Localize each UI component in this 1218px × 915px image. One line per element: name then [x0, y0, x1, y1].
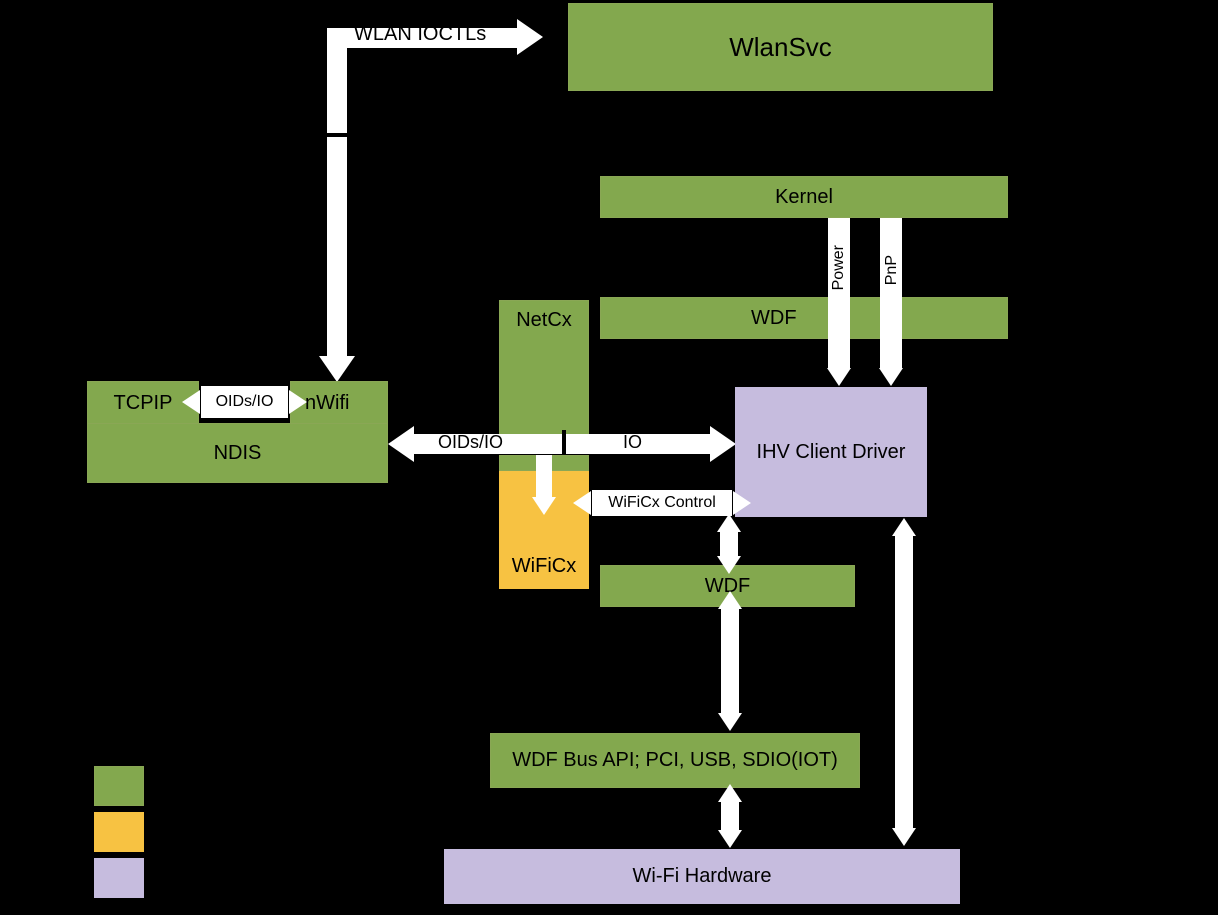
legend-purple	[94, 858, 144, 898]
io-arrowhead-r	[710, 426, 736, 462]
oids-io-small-box: OIDs/IO	[199, 384, 290, 420]
netcx-to-wificx-shaft	[536, 455, 552, 497]
io-label: IO	[623, 432, 642, 453]
wificx-label: WiFiCx	[512, 555, 576, 578]
wificx-control-r	[733, 491, 751, 515]
bus-hw-down	[718, 830, 742, 848]
power-arrow-shaft	[828, 218, 850, 368]
legend-green	[94, 766, 144, 806]
netcx-label: NetCx	[516, 309, 572, 332]
oids-io-small-label: OIDs/IO	[216, 393, 274, 411]
nwifi-label: nWifi	[305, 392, 349, 415]
ihv-wdfmid-shaft	[720, 530, 738, 558]
bus-api-label: WDF Bus API; PCI, USB, SDIO(IOT)	[512, 749, 838, 772]
ihv-hw-down	[892, 828, 916, 846]
ndis-label: NDIS	[214, 442, 262, 465]
wdf-top-box: WDF	[600, 297, 1008, 339]
netcx-to-wificx-head	[532, 497, 556, 515]
wlansvc-label: WlanSvc	[729, 32, 832, 63]
pnp-arrowhead	[879, 368, 903, 386]
wlan-ioctls-arrowhead-d	[319, 356, 355, 382]
wificx-control-box: WiFiCx Control	[590, 488, 734, 518]
ihv-hw-up	[892, 518, 916, 536]
hw-label: Wi-Fi Hardware	[633, 865, 772, 888]
wdfmid-bus-up	[718, 591, 742, 609]
wlan-ioctls-arrowhead-r	[517, 19, 543, 55]
wlan-ioctls-arrow-vert	[327, 28, 347, 356]
netcx-box: NetCx	[499, 300, 589, 435]
wificx-control-label: WiFiCx Control	[608, 494, 716, 512]
wdfmid-bus-shaft	[721, 607, 739, 715]
oids-io-small-r	[289, 390, 307, 414]
ihv-wdfmid-up	[717, 514, 741, 532]
bus-hw-up	[718, 784, 742, 802]
io-arrowhead-l	[388, 426, 414, 462]
power-arrowhead	[827, 368, 851, 386]
wlansvc-box: WlanSvc	[568, 3, 993, 91]
pnp-label: PnP	[883, 255, 901, 285]
power-label: Power	[830, 245, 848, 290]
oids-io-label: OIDs/IO	[438, 432, 503, 453]
bus-api-box: WDF Bus API; PCI, USB, SDIO(IOT)	[490, 733, 860, 788]
wlan-arrow-tick	[325, 133, 349, 137]
wdfmid-bus-down	[718, 713, 742, 731]
io-arrow-divider	[562, 430, 566, 458]
bus-hw-shaft	[721, 800, 739, 832]
wdf-top-label: WDF	[751, 307, 797, 330]
oids-io-small-l	[182, 390, 200, 414]
wlan-ioctls-label: WLAN IOCTLs	[354, 23, 486, 46]
kernel-label: Kernel	[775, 186, 833, 209]
tcpip-label: TCPIP	[114, 392, 173, 415]
ihv-label: IHV Client Driver	[757, 441, 906, 464]
kernel-box: Kernel	[600, 176, 1008, 218]
hw-box: Wi-Fi Hardware	[444, 849, 960, 904]
wificx-control-l	[573, 491, 591, 515]
legend-yellow	[94, 812, 144, 852]
ndis-box: NDIS	[87, 423, 388, 483]
ihv-wdfmid-down	[717, 556, 741, 574]
ihv-hw-shaft	[895, 534, 913, 830]
ihv-box: IHV Client Driver	[735, 387, 927, 517]
pnp-arrow-shaft	[880, 218, 902, 368]
